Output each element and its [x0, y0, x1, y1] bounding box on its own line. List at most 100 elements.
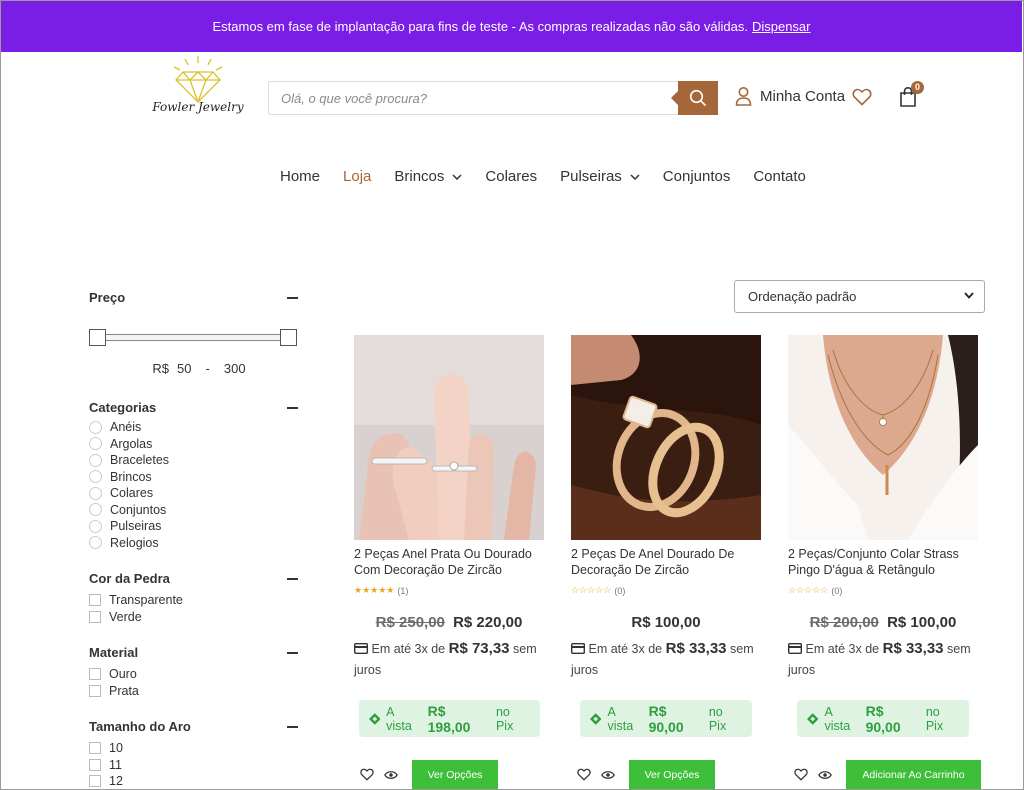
collapse-icon[interactable] [287, 651, 298, 654]
nav-label: Brincos [394, 168, 445, 185]
checkbox[interactable] [89, 775, 101, 788]
option-label: Ouro [109, 667, 137, 682]
radio-button[interactable] [89, 470, 102, 484]
stone-color-option[interactable]: Verde [89, 609, 301, 626]
cart-count-badge: 0 [911, 81, 924, 94]
price-min-value: 50 [177, 361, 192, 376]
collapse-icon[interactable] [287, 406, 298, 409]
category-option[interactable]: Pulseiras [89, 518, 301, 535]
slider-min-handle[interactable] [89, 329, 106, 346]
facet-title-text: Tamanho do Aro [89, 719, 191, 734]
pix-suffix: no Pix [708, 704, 727, 733]
radio-button[interactable] [89, 519, 102, 533]
nav-item-colares[interactable]: Colares [485, 168, 537, 185]
wishlist-button[interactable] [852, 88, 872, 111]
radio-button[interactable] [89, 486, 102, 500]
ring-size-option[interactable]: 12 [89, 773, 301, 790]
collapse-icon[interactable] [287, 577, 298, 580]
eye-icon[interactable] [601, 770, 615, 780]
collapse-icon[interactable] [287, 725, 298, 728]
installment-prefix: Em até 3x de [805, 642, 880, 656]
checkbox[interactable] [89, 684, 101, 697]
nav-item-loja[interactable]: Loja [343, 168, 371, 185]
category-option[interactable]: Colares [89, 485, 301, 502]
rating-stars: ☆☆☆☆☆ (0) [571, 585, 761, 596]
category-option[interactable]: Conjuntos [89, 502, 301, 519]
product-image[interactable] [354, 335, 544, 540]
view-options-button[interactable]: Ver Opções [629, 760, 715, 789]
ring-size-filter-title: Tamanho do Aro [89, 719, 301, 734]
collapse-icon[interactable] [287, 296, 298, 299]
test-notice-bar: Estamos em fase de implantação para fins… [1, 1, 1022, 52]
category-option[interactable]: Anéis [89, 419, 301, 436]
radio-button[interactable] [89, 437, 102, 451]
facet-title-text: Cor da Pedra [89, 571, 170, 586]
brand-logo[interactable]: Fowler Jewelry [150, 54, 246, 126]
radio-button[interactable] [89, 453, 102, 467]
category-option[interactable]: Braceletes [89, 452, 301, 469]
pix-suffix: no Pix [495, 704, 514, 733]
ring-size-option[interactable]: 10 [89, 740, 301, 757]
slider-max-handle[interactable] [280, 329, 297, 346]
chevron-down-icon [452, 173, 462, 180]
checkbox[interactable] [89, 758, 101, 771]
category-option[interactable]: Relogios [89, 535, 301, 552]
product-card: 2 Peças Anel Prata Ou Dourado Com Decora… [353, 335, 544, 789]
radio-button[interactable] [89, 536, 102, 550]
star-icons: ☆☆☆☆☆ [788, 585, 829, 595]
heart-icon[interactable] [577, 768, 591, 781]
checkbox[interactable] [89, 610, 101, 623]
option-label: Pulseiras [110, 519, 162, 534]
chevron-down-icon [964, 292, 974, 299]
option-label: Argolas [110, 436, 153, 451]
radio-button[interactable] [89, 420, 102, 434]
my-account-link[interactable]: Minha Conta [735, 86, 845, 106]
checkbox[interactable] [89, 668, 101, 681]
nav-item-contato[interactable]: Contato [753, 168, 806, 185]
old-price: R$ 250,00 [375, 614, 445, 631]
product-image[interactable] [788, 335, 978, 540]
sort-select[interactable]: Ordenação padrão [734, 280, 985, 313]
category-option[interactable]: Argolas [89, 436, 301, 453]
product-name[interactable]: 2 Peças/Conjunto Colar Strass Pingo D'ág… [788, 547, 978, 578]
rating-count: (0) [614, 585, 626, 596]
material-option[interactable]: Prata [89, 683, 301, 700]
price-slider[interactable] [89, 329, 301, 351]
chevron-down-icon [630, 173, 640, 180]
cart-button[interactable]: 0 [899, 81, 924, 113]
nav-item-home[interactable]: Home [280, 168, 320, 185]
pix-icon [807, 712, 819, 725]
search-input[interactable] [269, 82, 679, 114]
search-button[interactable] [671, 81, 718, 115]
eye-icon[interactable] [818, 770, 832, 780]
view-options-button[interactable]: Ver Opções [412, 760, 498, 789]
product-price: R$ 100,00 [571, 614, 761, 631]
eye-icon[interactable] [384, 770, 398, 780]
product-name[interactable]: 2 Peças Anel Prata Ou Dourado Com Decora… [354, 547, 544, 578]
category-option[interactable]: Brincos [89, 469, 301, 486]
current-price: R$ 100,00 [631, 614, 701, 631]
option-label: Brincos [110, 469, 152, 484]
nav-item-brincos[interactable]: Brincos [394, 168, 462, 185]
checkbox[interactable] [89, 742, 101, 755]
account-label: Minha Conta [760, 87, 846, 105]
product-name[interactable]: 2 Peças De Anel Dourado De Decoração De … [571, 547, 761, 578]
ring-size-option[interactable]: 11 [89, 757, 301, 774]
option-label: Braceletes [110, 453, 170, 468]
stone-color-option[interactable]: Transparente [89, 592, 301, 609]
star-icons: ★★★★★ [354, 585, 395, 595]
heart-icon[interactable] [794, 768, 808, 781]
product-image[interactable] [571, 335, 761, 540]
dismiss-link[interactable]: Dispensar [752, 19, 811, 34]
price-range-values: R$ 50 - 300 [97, 361, 301, 376]
checkbox[interactable] [89, 594, 101, 607]
heart-icon[interactable] [360, 768, 374, 781]
material-option[interactable]: Ouro [89, 666, 301, 683]
stone-color-list: Transparente Verde [89, 592, 301, 625]
nav-item-conjuntos[interactable]: Conjuntos [663, 168, 731, 185]
nav-item-pulseiras[interactable]: Pulseiras [560, 168, 640, 185]
add-to-cart-button[interactable]: Adicionar Ao Carrinho [846, 760, 981, 789]
pix-prefix: A vista [386, 704, 412, 733]
installment-info: Em até 3x de R$ 33,33 sem juros [570, 638, 761, 681]
radio-button[interactable] [89, 503, 102, 517]
